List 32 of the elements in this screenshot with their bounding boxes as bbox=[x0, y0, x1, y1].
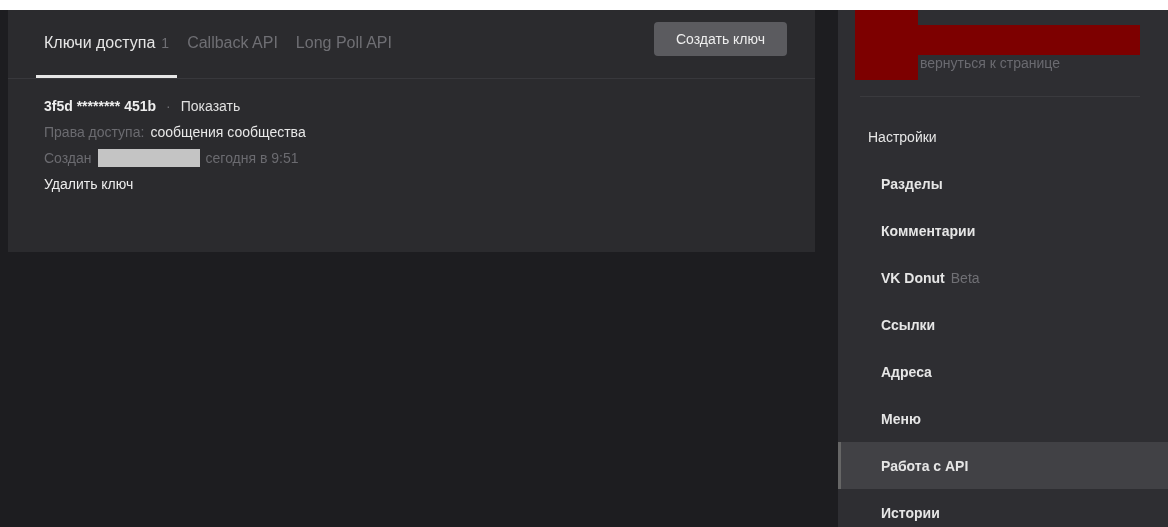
access-key: 3f5d ******** 451b bbox=[44, 97, 157, 114]
tab[interactable]: Ключи доступа 1 bbox=[36, 10, 178, 78]
tab-count: 1 bbox=[161, 34, 170, 51]
created-label: Создан bbox=[44, 149, 92, 166]
tab-label: Callback API bbox=[187, 33, 278, 52]
sidebar-item[interactable]: Истории bbox=[838, 489, 1168, 527]
show-link[interactable]: Показать bbox=[180, 97, 241, 114]
sidebar-item-label: Меню bbox=[881, 410, 921, 427]
sidebar-item-label: Работа с API bbox=[881, 457, 969, 474]
separator-dot: · bbox=[166, 97, 171, 114]
rights-value: сообщения сообщества bbox=[150, 123, 306, 140]
sidebar-item[interactable]: Комментарии bbox=[838, 207, 1168, 254]
sidebar-item[interactable]: Работа с API bbox=[838, 442, 1168, 489]
created-time: сегодня в 9:51 bbox=[205, 149, 299, 166]
sidebar-item-label: VK Donut bbox=[881, 269, 945, 286]
sidebar-item[interactable]: Адреса bbox=[838, 348, 1168, 395]
delete-key-link[interactable]: Удалить ключ bbox=[44, 175, 134, 192]
sidebar-item-label: Комментарии bbox=[881, 222, 976, 239]
tab-label: Long Poll API bbox=[295, 33, 392, 52]
sidebar-item[interactable]: Меню bbox=[838, 395, 1168, 442]
beta-label: Beta bbox=[950, 269, 980, 286]
sidebar-item-label: Истории bbox=[881, 504, 940, 521]
rights-label: Права доступа: bbox=[44, 123, 145, 140]
tab-label: Ключи доступа bbox=[44, 33, 156, 52]
sidebar-item[interactable]: VK Donut Beta bbox=[838, 254, 1168, 301]
sidebar-heading[interactable]: Настройки bbox=[838, 113, 1168, 160]
sidebar-item[interactable]: Ссылки bbox=[838, 301, 1168, 348]
sidebar-item-label: Разделы bbox=[881, 175, 943, 192]
sidebar-item-label: Ссылки bbox=[881, 316, 936, 333]
sidebar-item[interactable]: Разделы bbox=[838, 160, 1168, 207]
create-key-button[interactable]: Создать ключ bbox=[653, 22, 787, 56]
sidebar-item-label: Адреса bbox=[881, 363, 932, 380]
